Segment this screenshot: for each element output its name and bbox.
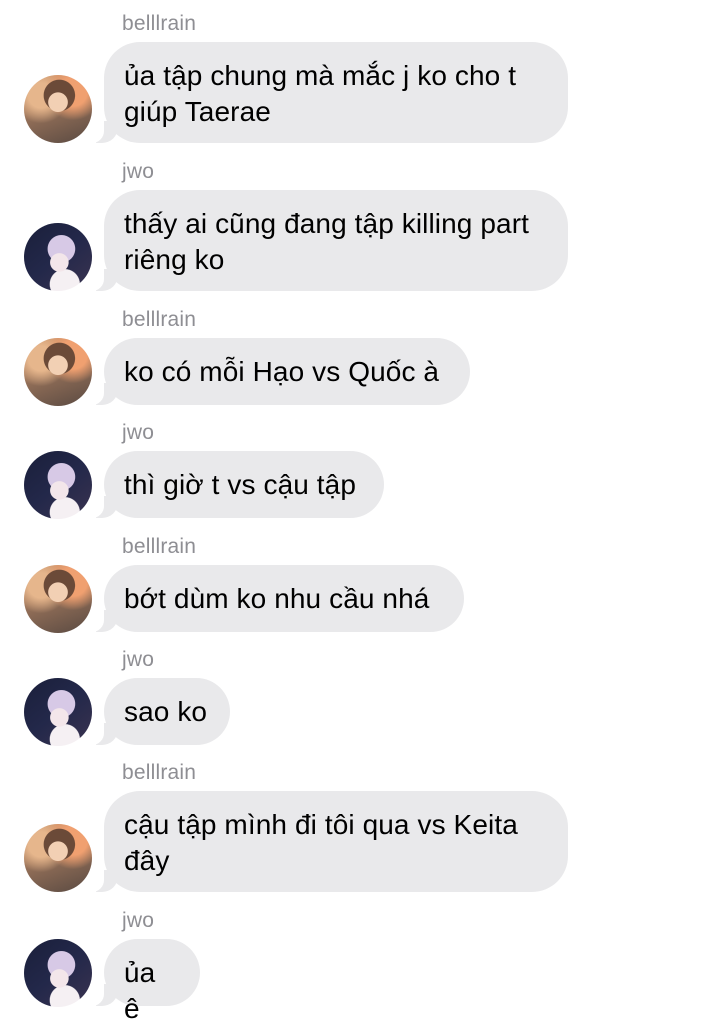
message-group: jwo thấy ai cũng đang tập killing part r… [0, 160, 720, 300]
sender-name: jwo [122, 160, 155, 183]
message-group: jwo ủa ê [0, 909, 720, 1024]
message-bubble[interactable]: cậu tập mình đi tôi qua vs Keita đây [92, 791, 568, 892]
message-bubble[interactable]: bớt dùm ko nhu cầu nhá [92, 565, 464, 632]
avatar[interactable] [24, 824, 92, 892]
avatar[interactable] [24, 565, 92, 633]
sender-name: belllrain [122, 535, 197, 558]
message-group: jwo thì giờ t vs cậu tập [0, 421, 720, 521]
message-group: belllrain cậu tập mình đi tôi qua vs Kei… [0, 761, 720, 901]
avatar[interactable] [24, 939, 92, 1007]
sender-name: jwo [122, 421, 155, 444]
message-bubble[interactable]: ko có mỗi Hạo vs Quốc à [92, 338, 470, 405]
avatar[interactable] [24, 338, 92, 406]
sender-name: belllrain [122, 761, 197, 784]
message-bubble[interactable]: ủa ê [92, 939, 200, 1024]
avatar[interactable] [24, 451, 92, 519]
avatar[interactable] [24, 223, 92, 291]
message-group: jwo sao ko [0, 648, 720, 748]
chat-thread: belllrain ủa tập chung mà mắc j ko cho t… [0, 0, 720, 1024]
message-bubble[interactable]: thì giờ t vs cậu tập [92, 451, 384, 518]
sender-name: belllrain [122, 12, 197, 35]
message-group: belllrain ủa tập chung mà mắc j ko cho t… [0, 12, 720, 152]
sender-name: jwo [122, 648, 155, 671]
message-bubble[interactable]: thấy ai cũng đang tập killing part riêng… [92, 190, 568, 291]
message-group: belllrain ko có mỗi Hạo vs Quốc à [0, 308, 720, 408]
avatar[interactable] [24, 75, 92, 143]
message-bubble[interactable]: ủa tập chung mà mắc j ko cho t giúp Taer… [92, 42, 568, 143]
avatar[interactable] [24, 678, 92, 746]
sender-name: jwo [122, 909, 155, 932]
message-bubble[interactable]: sao ko [92, 678, 230, 745]
sender-name: belllrain [122, 308, 197, 331]
message-group: belllrain bớt dùm ko nhu cầu nhá [0, 535, 720, 635]
